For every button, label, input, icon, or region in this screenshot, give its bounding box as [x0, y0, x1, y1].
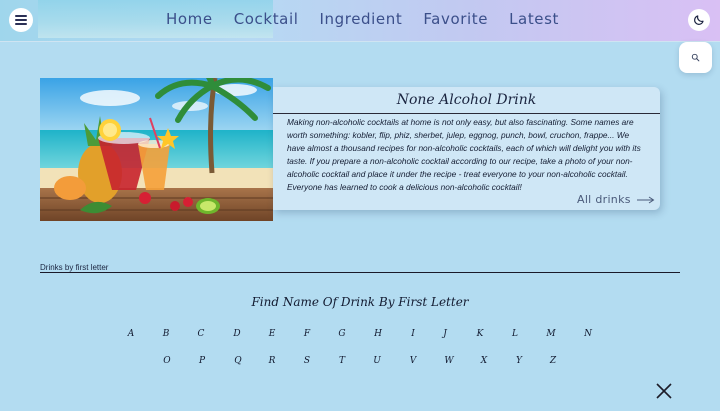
letter-link-l[interactable]: L: [508, 329, 522, 339]
search-button[interactable]: [679, 42, 712, 73]
nav-link-favorite[interactable]: Favorite: [423, 10, 488, 32]
letter-link-y[interactable]: Y: [512, 356, 526, 366]
letter-link-x[interactable]: X: [477, 356, 491, 366]
info-card: None Alcohol Drink Making non-alcoholic …: [273, 87, 660, 210]
all-drinks-link[interactable]: All drinks: [577, 193, 655, 206]
top-nav-bar: Home Cocktail Ingredient Favorite Latest: [0, 0, 720, 42]
nav-link-cocktail[interactable]: Cocktail: [234, 10, 299, 32]
letter-link-w[interactable]: W: [442, 356, 456, 366]
letter-link-i[interactable]: I: [406, 329, 420, 339]
letter-link-g[interactable]: G: [335, 329, 349, 339]
letter-link-j[interactable]: J: [438, 329, 452, 339]
letter-link-a[interactable]: A: [124, 329, 138, 339]
letter-link-v[interactable]: V: [406, 356, 420, 366]
moon-icon: [694, 15, 704, 25]
find-by-letter-title: Find Name Of Drink By First Letter: [251, 295, 469, 309]
letter-link-m[interactable]: M: [544, 329, 558, 339]
arrow-right-icon: [636, 196, 655, 203]
theme-toggle-button[interactable]: [688, 9, 710, 31]
search-icon: [691, 53, 700, 62]
section-label: Drinks by first letter: [40, 263, 109, 272]
letter-link-q[interactable]: Q: [231, 356, 245, 366]
hamburger-menu-icon: [15, 15, 27, 17]
letter-link-c[interactable]: C: [194, 329, 208, 339]
letter-link-z[interactable]: Z: [546, 356, 560, 366]
letter-link-k[interactable]: K: [473, 329, 487, 339]
close-icon: [656, 383, 672, 399]
letter-link-b[interactable]: B: [159, 329, 173, 339]
main-nav: Home Cocktail Ingredient Favorite Latest: [166, 10, 559, 32]
letter-link-r[interactable]: R: [265, 356, 279, 366]
letter-link-s[interactable]: S: [300, 356, 314, 366]
nav-link-home[interactable]: Home: [166, 10, 213, 32]
card-title: None Alcohol Drink: [396, 92, 537, 108]
letter-link-p[interactable]: P: [195, 356, 209, 366]
nav-link-ingredient[interactable]: Ingredient: [320, 10, 403, 32]
letter-link-f[interactable]: F: [300, 329, 314, 339]
cocktail-beach-image: [40, 78, 273, 221]
letter-link-t[interactable]: T: [335, 356, 349, 366]
letter-link-h[interactable]: H: [371, 329, 385, 339]
letter-link-d[interactable]: D: [230, 329, 244, 339]
close-button[interactable]: [655, 382, 673, 400]
letter-link-u[interactable]: U: [370, 356, 384, 366]
card-divider: [273, 113, 660, 114]
letter-link-e[interactable]: E: [265, 329, 279, 339]
menu-button[interactable]: [9, 8, 33, 32]
all-drinks-label: All drinks: [577, 193, 631, 206]
card-description: Making non-alcoholic cocktails at home i…: [287, 117, 641, 192]
section-divider: [40, 272, 680, 273]
letter-link-n[interactable]: N: [581, 329, 595, 339]
nav-link-latest[interactable]: Latest: [509, 10, 559, 32]
letter-link-o[interactable]: O: [160, 356, 174, 366]
